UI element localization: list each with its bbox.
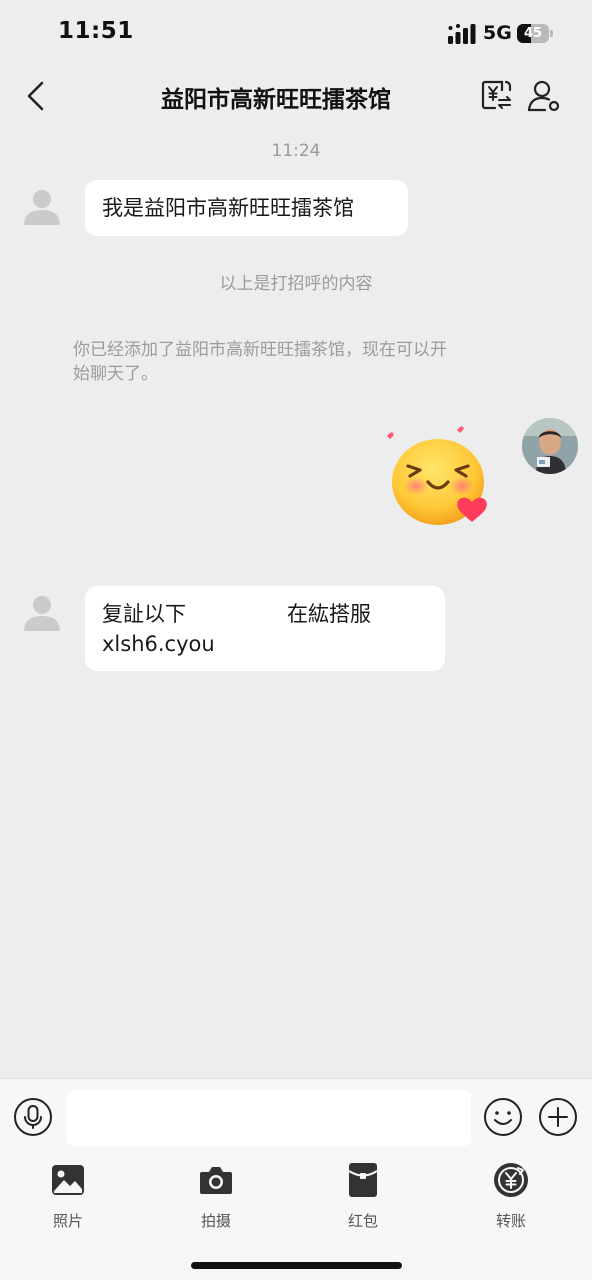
red-packet-icon xyxy=(348,1163,378,1197)
emoji-icon[interactable] xyxy=(483,1097,523,1137)
more-options-plus-icon[interactable] xyxy=(538,1097,578,1137)
status-bar: 11:51 5G 45 xyxy=(0,0,592,66)
contact-avatar[interactable] xyxy=(22,187,62,227)
network-type: 5G xyxy=(483,22,512,44)
cellular-signal-icon xyxy=(448,24,476,44)
message-timestamp: 11:24 xyxy=(271,141,321,161)
contact-avatar[interactable] xyxy=(22,593,62,633)
yuan-transfer-icon[interactable] xyxy=(480,78,514,112)
status-time: 11:51 xyxy=(58,18,134,44)
photo-icon xyxy=(52,1165,84,1195)
contact-profile-icon[interactable] xyxy=(526,78,562,114)
nav-bar: 益阳市高新旺旺擂茶馆 xyxy=(0,66,592,128)
shy-smile-emoji-sticker[interactable] xyxy=(380,420,492,532)
message-link-text: xlsh6.cyou xyxy=(102,632,215,656)
quick-action-transfer[interactable]: 转账 xyxy=(466,1162,556,1232)
greeting-notice: 以上是打招呼的内容 xyxy=(219,274,373,294)
transfer-icon xyxy=(494,1163,528,1197)
notice-line: 始聊天了。 xyxy=(73,364,158,384)
message-text: 在紘搭服 xyxy=(287,602,371,626)
received-message-bubble[interactable]: 我是益阳市高新旺旺擂茶馆 xyxy=(85,180,408,236)
message-text: 我是益阳市高新旺旺擂茶馆 xyxy=(102,196,354,220)
user-avatar[interactable] xyxy=(522,418,578,474)
battery-icon: 45 xyxy=(517,24,553,43)
received-message-bubble[interactable]: 复訨以下 在紘搭服 xlsh6.cyou xyxy=(85,586,445,671)
battery-level: 45 xyxy=(523,26,543,41)
camera-icon xyxy=(200,1167,232,1194)
quick-action-label: 拍摄 xyxy=(200,1212,231,1230)
message-text: 复訨以下 xyxy=(102,602,186,626)
friend-added-notice: 你已经添加了益阳市高新旺旺擂茶馆，现在可以开 始聊天了。 xyxy=(73,338,533,386)
quick-action-label: 转账 xyxy=(495,1212,526,1230)
user-photo-icon xyxy=(522,418,578,474)
page-title: 益阳市高新旺旺擂茶馆 xyxy=(161,87,391,113)
quick-action-label: 红包 xyxy=(347,1212,378,1230)
quick-action-photo[interactable]: 照片 xyxy=(23,1162,113,1232)
quick-action-label: 照片 xyxy=(52,1212,83,1230)
input-bar xyxy=(0,1078,592,1158)
back-arrow-icon[interactable] xyxy=(20,78,56,114)
quick-action-red-packet[interactable]: 红包 xyxy=(318,1162,408,1232)
notice-line: 你已经添加了益阳市高新旺旺擂茶馆，现在可以开 xyxy=(73,340,447,360)
home-indicator[interactable] xyxy=(191,1262,402,1269)
quick-action-camera[interactable]: 拍摄 xyxy=(171,1162,261,1232)
message-input[interactable] xyxy=(66,1090,471,1146)
voice-input-icon[interactable] xyxy=(13,1097,53,1137)
